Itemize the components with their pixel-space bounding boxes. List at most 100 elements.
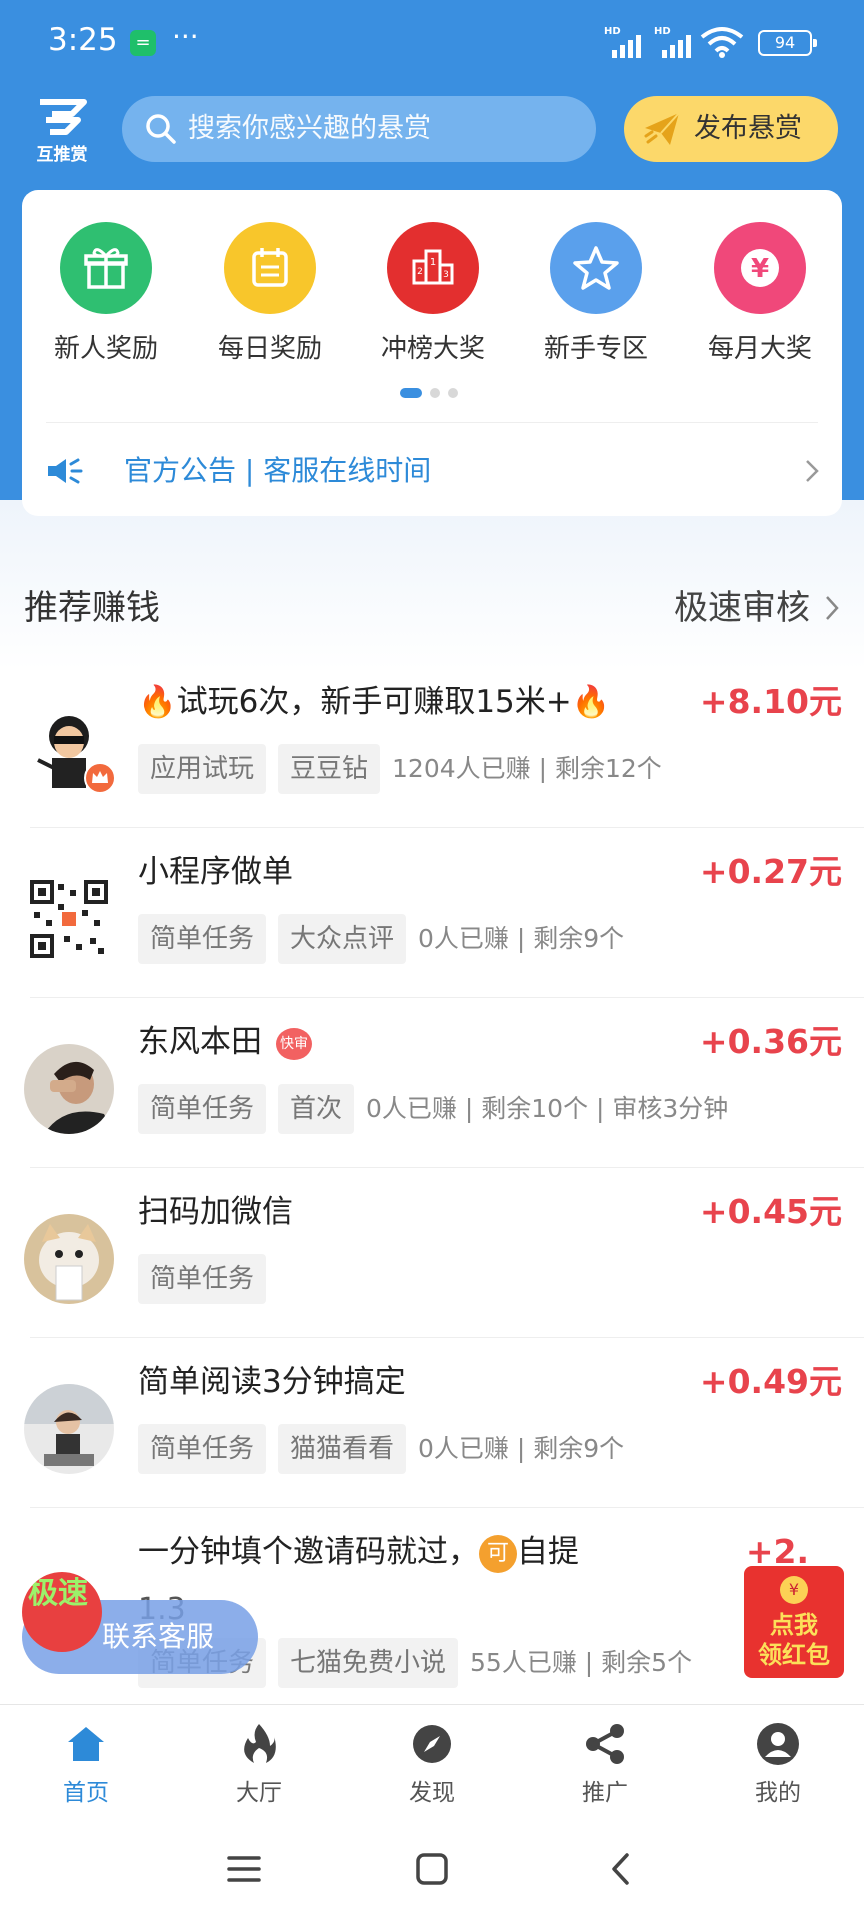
category-daily-reward[interactable]: 每日奖励 <box>210 222 330 365</box>
task-tags: 简单任务 首次 0人已赚 | 剩余10个 | 审核3分钟 <box>138 1084 728 1134</box>
section-title: 推荐赚钱 <box>24 588 160 628</box>
task-item[interactable]: 简单阅读3分钟搞定 +0.49元 简单任务 猫猫看看 0人已赚 | 剩余9个 <box>0 1338 864 1508</box>
home-icon <box>26 1719 146 1769</box>
back-icon[interactable] <box>590 1844 650 1894</box>
task-tag: 简单任务 <box>138 1254 267 1304</box>
battery-indicator: 94 <box>758 30 817 56</box>
home-square-icon[interactable] <box>402 1844 462 1894</box>
avatar <box>24 1044 114 1134</box>
tab-label: 我的 <box>755 1780 801 1806</box>
calendar-icon <box>224 222 316 314</box>
fast-review-link[interactable]: 极速审核 <box>674 578 810 638</box>
announcement-bar[interactable]: 官方公告 | 客服在线时间 <box>44 436 820 506</box>
svg-text:2: 2 <box>417 267 423 277</box>
tab-profile[interactable]: 我的 <box>718 1719 838 1807</box>
category-monthly-prize[interactable]: ¥ 每月大奖 <box>700 222 820 365</box>
paper-plane-icon <box>644 112 680 145</box>
podium-icon: 12 3 <box>387 222 479 314</box>
tab-promote[interactable]: 推广 <box>545 1719 665 1807</box>
category-new-user-reward[interactable]: 新人奖励 <box>46 222 166 365</box>
task-tag: 七猫免费小说 <box>278 1638 459 1688</box>
status-bar: 3:25 = ··· HD HD 94 <box>0 0 864 90</box>
task-tag: 大众点评 <box>278 914 407 964</box>
task-tags: 应用试玩 豆豆钻 1204人已赚 | 剩余12个 <box>138 744 662 794</box>
publish-bounty-button[interactable]: 发布悬赏 <box>624 96 838 162</box>
fast-badge[interactable]: 极速 <box>22 1572 102 1652</box>
task-tag: 应用试玩 <box>138 744 267 794</box>
svg-text:¥: ¥ <box>751 254 769 284</box>
task-tag: 简单任务 <box>138 914 267 964</box>
search-input[interactable] <box>188 96 578 162</box>
search-bar[interactable] <box>122 96 596 162</box>
speaker-icon <box>48 458 83 484</box>
task-tags: 简单任务 大众点评 0人已赚 | 剩余9个 <box>138 914 624 964</box>
task-item[interactable]: 扫码加微信 +0.45元 简单任务 <box>0 1168 864 1338</box>
category-label: 每月大奖 <box>707 334 812 364</box>
user-icon <box>718 1719 838 1769</box>
red-packet-button[interactable]: ¥ 点我 领红包 <box>744 1566 844 1678</box>
app-logo: 互推赏 <box>26 96 98 165</box>
chevron-right-icon[interactable] <box>824 594 840 622</box>
task-tags: 简单任务 <box>138 1254 267 1304</box>
qr-code-avatar <box>24 874 114 964</box>
tab-home[interactable]: 首页 <box>26 1719 146 1807</box>
bottom-tab-bar: 首页 大厅 发现 推广 我的 <box>0 1704 864 1814</box>
task-title: 小程序做单 <box>138 854 293 890</box>
system-navigation-bar <box>0 1814 864 1920</box>
task-meta: 55人已赚 | 剩余5个 <box>470 1648 693 1677</box>
task-meta: 1204人已赚 | 剩余12个 <box>392 754 662 783</box>
star-icon <box>550 222 642 314</box>
divider <box>46 422 818 423</box>
tab-label: 大厅 <box>236 1780 282 1806</box>
carousel-indicator <box>400 388 458 398</box>
tab-discover[interactable]: 发现 <box>372 1719 492 1807</box>
crown-badge-icon <box>84 762 116 794</box>
svg-text:3: 3 <box>443 270 449 280</box>
task-reward: +8.10元 <box>699 682 842 721</box>
task-title: 🔥试玩6次，新手可赚取15米+🔥 <box>138 684 611 720</box>
task-reward: +0.27元 <box>699 852 842 891</box>
menu-icon[interactable] <box>214 1844 274 1894</box>
category-label: 新人奖励 <box>53 334 158 364</box>
task-reward: +0.45元 <box>699 1192 842 1231</box>
task-title: 扫码加微信 <box>138 1194 293 1230</box>
task-meta: 0人已赚 | 剩余9个 <box>418 1434 625 1463</box>
more-notifications-icon: ··· <box>172 20 199 53</box>
logo-text: 互推赏 <box>36 145 88 165</box>
tab-label: 首页 <box>63 1780 109 1806</box>
signal-icon-2: HD <box>654 26 694 58</box>
category-ranking-prize[interactable]: 12 3 冲榜大奖 <box>373 222 493 365</box>
task-tag: 猫猫看看 <box>278 1424 407 1474</box>
publish-bounty-label: 发布悬赏 <box>694 113 802 144</box>
task-item[interactable]: 小程序做单 +0.27元 简单任务 大众点评 0人已赚 | 剩余9个 <box>0 828 864 998</box>
fire-icon <box>199 1719 319 1769</box>
task-title-suffix: 自提 <box>517 1534 579 1570</box>
task-title: 东风本田 快审 <box>138 1020 312 1064</box>
task-title: 一分钟填个邀请码就过，可自提 <box>138 1530 579 1574</box>
task-item[interactable]: 东风本田 快审 +0.36元 简单任务 首次 0人已赚 | 剩余10个 | 审核3… <box>0 998 864 1168</box>
task-title-text: 一分钟填个邀请码就过， <box>138 1534 479 1570</box>
coin-badge-icon: 可 <box>479 1534 517 1573</box>
task-item[interactable]: 🔥试玩6次，新手可赚取15米+🔥 +8.10元 应用试玩 豆豆钻 1204人已赚… <box>0 658 864 828</box>
signal-icon: HD <box>604 26 644 58</box>
avatar <box>24 1214 114 1304</box>
task-tag: 简单任务 <box>138 1084 267 1134</box>
task-tag: 豆豆钻 <box>278 744 381 794</box>
tab-hall[interactable]: 大厅 <box>199 1719 319 1807</box>
gift-icon <box>60 222 152 314</box>
task-reward: +0.36元 <box>699 1022 842 1061</box>
task-reward: +0.49元 <box>699 1362 842 1401</box>
category-newbie-zone[interactable]: 新手专区 <box>536 222 656 365</box>
tab-label: 推广 <box>582 1780 628 1806</box>
share-icon <box>545 1719 665 1769</box>
category-label: 新手专区 <box>543 334 648 364</box>
category-label: 每日奖励 <box>217 334 322 364</box>
category-card: 新人奖励 每日奖励 12 3 冲榜大奖 新手专区 ¥ 每月大奖 官方公告 | 客服… <box>22 190 842 516</box>
red-packet-label: 点我 领红包 <box>744 1610 844 1670</box>
chevron-right-icon <box>806 460 819 482</box>
status-time: 3:25 <box>48 22 118 58</box>
compass-icon <box>372 1719 492 1769</box>
fast-review-badge: 快审 <box>276 1027 312 1060</box>
task-title-text: 东风本田 <box>138 1024 262 1060</box>
logo-icon <box>40 99 87 135</box>
